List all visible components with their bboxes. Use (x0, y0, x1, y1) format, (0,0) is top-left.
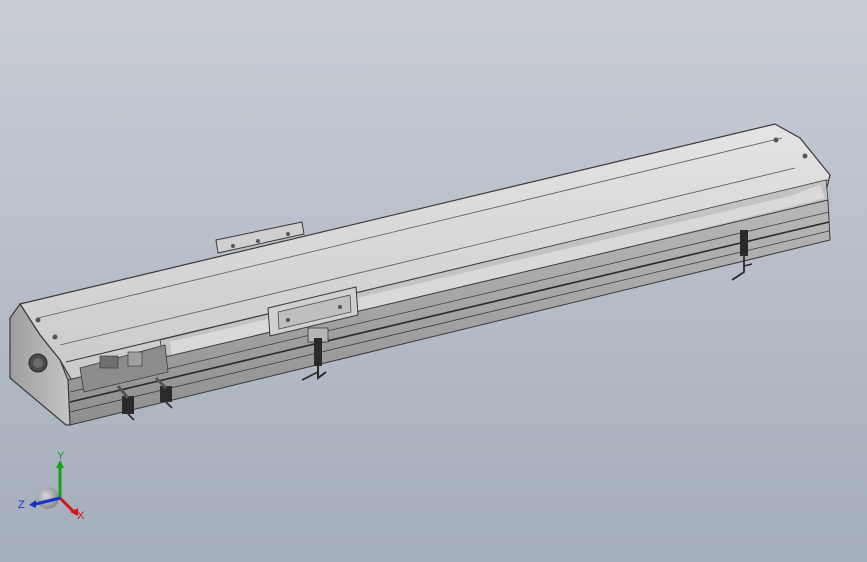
module-body (9, 123, 831, 426)
x-axis-label: X (77, 510, 85, 522)
linear-module-model[interactable] (0, 0, 867, 562)
coordinate-triad[interactable]: Y X Z (14, 446, 94, 526)
y-axis-label: Y (57, 450, 65, 462)
graphics-viewport[interactable]: Y X Z (0, 0, 867, 562)
z-axis-label: Z (18, 499, 25, 511)
x-axis-arrow (58, 496, 78, 516)
